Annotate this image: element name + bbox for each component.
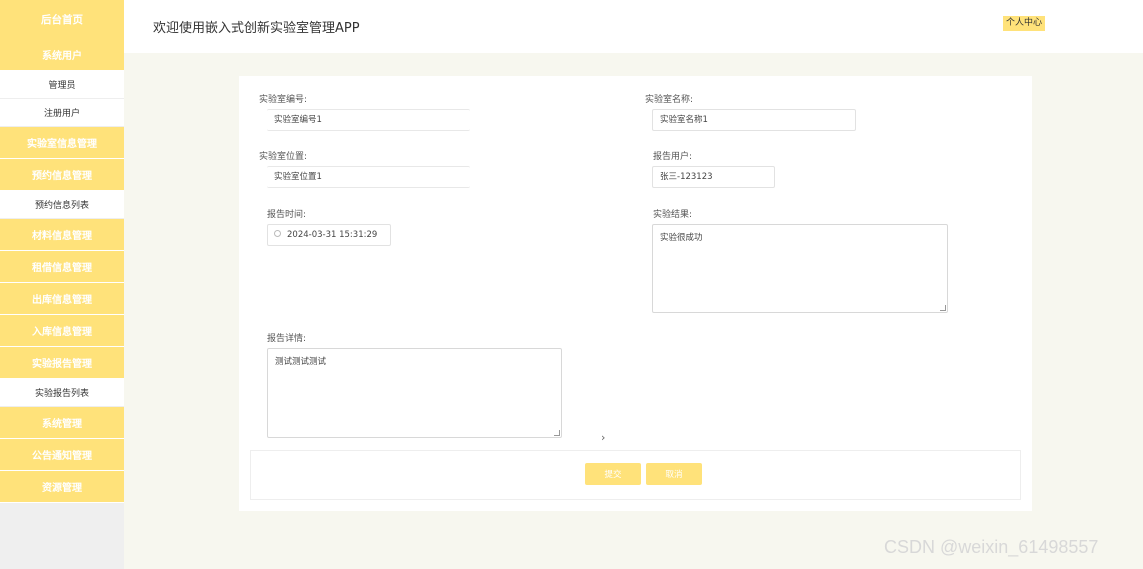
result-value: 实验很成功 xyxy=(660,233,703,243)
submenu-report-list[interactable]: 实验报告列表 xyxy=(0,379,124,407)
menu-material-info[interactable]: 材料信息管理 xyxy=(0,219,124,251)
lab-no-input[interactable]: 实验室编号1 xyxy=(267,109,470,131)
sidebar-home[interactable]: 后台首页 xyxy=(0,0,124,39)
submenu-booking-list[interactable]: 预约信息列表 xyxy=(0,191,124,219)
user-center-button[interactable]: 个人中心 xyxy=(1003,16,1046,31)
detail-label: 报告详情: xyxy=(267,334,307,344)
menu-system-manage[interactable]: 系统管理 xyxy=(0,407,124,439)
cancel-button[interactable]: 取消 xyxy=(646,463,702,485)
report-user-input[interactable]: 张三-123123 xyxy=(652,166,775,188)
topbar: 欢迎使用嵌入式创新实验室管理APP 个人中心 xyxy=(124,0,1143,53)
report-time-value: 2024-03-31 15:31:29 xyxy=(287,230,378,240)
menu-resource-manage[interactable]: 资源管理 xyxy=(0,471,124,503)
lab-name-input[interactable]: 实验室名称1 xyxy=(652,109,856,131)
sidebar: 后台首页 系统用户 管理员 注册用户 实验室信息管理 预约信息管理 预约信息列表… xyxy=(0,0,124,569)
menu-inbound-info[interactable]: 入库信息管理 xyxy=(0,315,124,347)
result-textarea[interactable]: 实验很成功 xyxy=(652,224,948,313)
lab-location-label: 实验室位置: xyxy=(259,152,308,162)
menu-rental-info[interactable]: 租借信息管理 xyxy=(0,251,124,283)
detail-textarea[interactable]: 测试测试测试 xyxy=(267,348,562,438)
submenu-registered-users[interactable]: 注册用户 xyxy=(0,99,124,127)
menu-outbound-info[interactable]: 出库信息管理 xyxy=(0,283,124,315)
report-time-picker[interactable]: 2024-03-31 15:31:29 xyxy=(267,224,391,246)
menu-notice-manage[interactable]: 公告通知管理 xyxy=(0,439,124,471)
menu-system-users[interactable]: 系统用户 xyxy=(0,39,124,71)
watermark: CSDN @weixin_61498557 xyxy=(884,537,1099,557)
submit-button[interactable]: 提交 xyxy=(585,463,641,485)
menu-booking-info[interactable]: 预约信息管理 xyxy=(0,159,124,191)
report-time-label: 报告时间: xyxy=(267,210,307,220)
welcome-title: 欢迎使用嵌入式创新实验室管理APP xyxy=(153,21,360,36)
lab-name-label: 实验室名称: xyxy=(645,95,694,105)
result-label: 实验结果: xyxy=(653,210,693,220)
report-user-label: 报告用户: xyxy=(653,152,693,162)
report-form: 实验室编号: 实验室编号1 实验室名称: 实验室名称1 实验室位置: 实验室位置… xyxy=(239,76,1032,511)
button-bar: 提交 取消 xyxy=(250,450,1021,500)
clock-icon xyxy=(274,230,281,237)
menu-lab-info[interactable]: 实验室信息管理 xyxy=(0,127,124,159)
detail-value: 测试测试测试 xyxy=(275,357,327,367)
resize-grip-icon[interactable] xyxy=(554,430,560,436)
lab-no-label: 实验室编号: xyxy=(259,95,308,105)
chevron-right-icon[interactable]: › xyxy=(601,431,605,444)
lab-location-input[interactable]: 实验室位置1 xyxy=(267,166,470,188)
resize-grip-icon[interactable] xyxy=(940,305,946,311)
submenu-admins[interactable]: 管理员 xyxy=(0,71,124,99)
menu-lab-report[interactable]: 实验报告管理 xyxy=(0,347,124,379)
